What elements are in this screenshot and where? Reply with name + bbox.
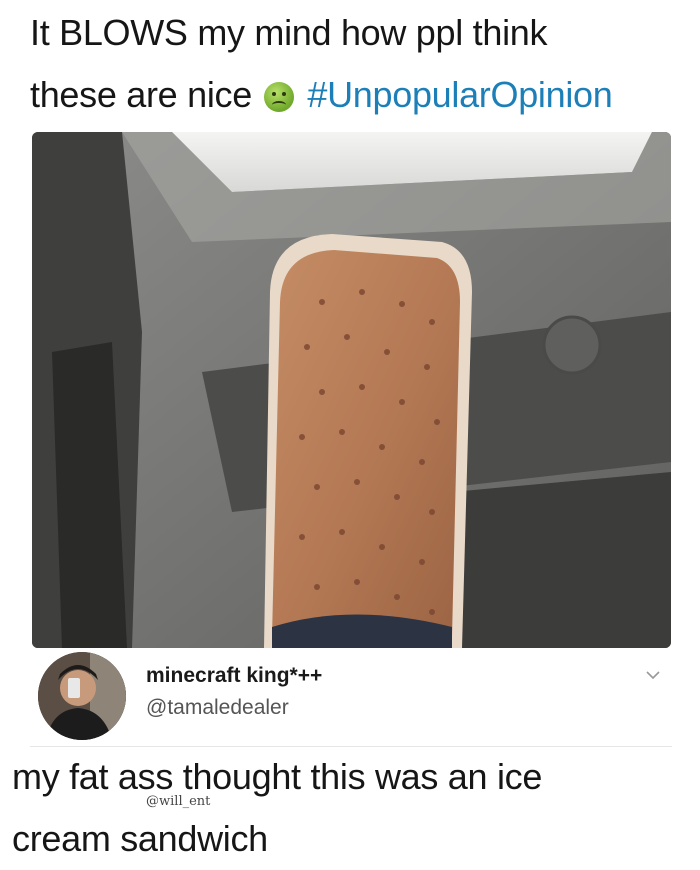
caption-line-2: these are nice #UnpopularOpinion bbox=[30, 64, 690, 126]
watermark: @will_ent bbox=[146, 794, 211, 809]
user-handle[interactable]: @tamaledealer bbox=[146, 696, 289, 720]
hashtag-link[interactable]: #UnpopularOpinion bbox=[307, 74, 612, 115]
boot-photo-illustration bbox=[32, 132, 671, 648]
boot-photo bbox=[32, 132, 671, 648]
caption-text: these are nice bbox=[30, 74, 252, 115]
tweet-card[interactable]: minecraft king*++ @tamaledealer bbox=[30, 648, 672, 748]
meme-caption: It BLOWS my mind how ppl think these are… bbox=[30, 2, 690, 126]
nauseated-face-icon bbox=[263, 82, 294, 112]
chevron-down-icon[interactable] bbox=[646, 668, 660, 682]
avatar-image bbox=[38, 652, 126, 740]
caption-line-1: It BLOWS my mind how ppl think bbox=[30, 12, 548, 53]
tweet-text-line-1: my fat ass thought this was an ice bbox=[12, 756, 543, 797]
avatar[interactable] bbox=[38, 652, 126, 740]
tweet-text: my fat ass thought this was an ice cream… bbox=[12, 746, 692, 870]
tweet-text-line-2: cream sandwich bbox=[12, 818, 268, 859]
display-name[interactable]: minecraft king*++ bbox=[146, 664, 322, 688]
